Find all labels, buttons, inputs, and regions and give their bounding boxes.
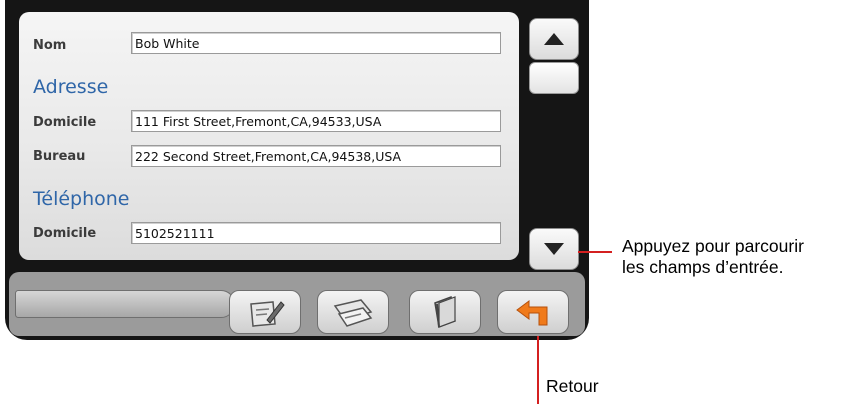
annotation-lines	[537, 251, 612, 404]
scroll-annotation-line2: les champs d’entrée.	[622, 257, 784, 277]
scroll-annotation-line1: Appuyez pour parcourir	[622, 236, 804, 256]
scroll-annotation: Appuyez pour parcourir les champs d’entr…	[622, 236, 804, 278]
back-annotation: Retour	[546, 376, 599, 396]
